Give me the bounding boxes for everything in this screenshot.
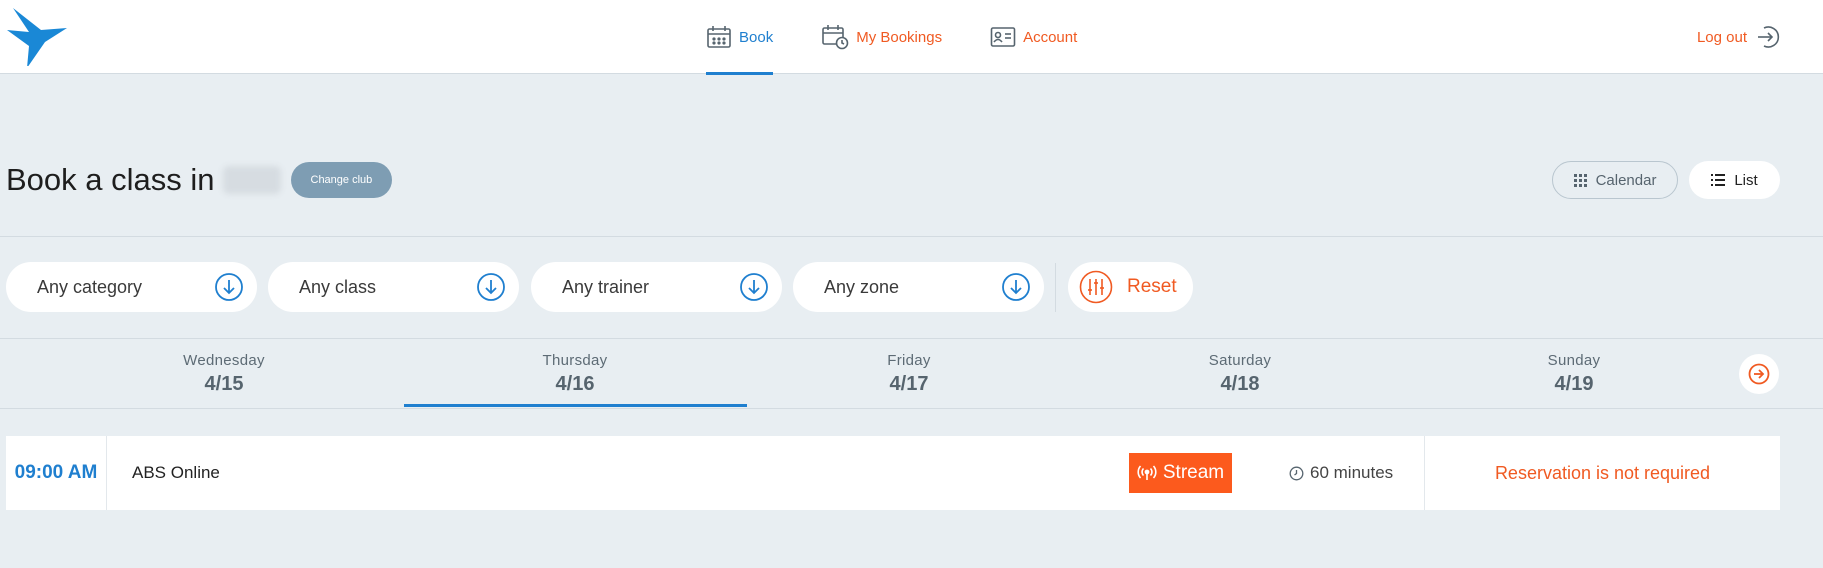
logout-button[interactable]: Log out — [1697, 0, 1781, 74]
top-header: Book My Bookings Account Log out — [0, 0, 1823, 75]
calendar-view-button[interactable]: Calendar — [1552, 161, 1678, 199]
id-card-icon — [990, 27, 1016, 47]
class-row[interactable]: 09:00 AM ABS Online Stream 60 minutes Re… — [6, 436, 1780, 510]
reservation-status: Reservation is not required — [1494, 462, 1711, 483]
filter-separator — [1055, 263, 1056, 312]
logout-icon — [1758, 26, 1780, 48]
stream-label: Stream — [1162, 462, 1225, 483]
main-nav: Book My Bookings Account — [706, 0, 1125, 75]
broadcast-icon — [1137, 465, 1157, 480]
day-date: 4/15 — [204, 373, 244, 395]
filter-zone-label: Any zone — [824, 276, 900, 297]
day-name: Sunday — [1547, 352, 1601, 369]
day-name: Wednesday — [183, 352, 265, 369]
day-name: Thursday — [542, 352, 608, 369]
filter-category[interactable]: Any category — [6, 262, 257, 312]
filter-class-label: Any class — [299, 276, 377, 297]
day-tab-sunday[interactable]: Sunday 4/19 — [1454, 352, 1694, 396]
reset-label: Reset — [1127, 276, 1177, 297]
day-name: Saturday — [1208, 352, 1272, 369]
filter-zone[interactable]: Any zone — [793, 262, 1044, 312]
divider — [0, 236, 1823, 237]
day-tab-friday[interactable]: Friday 4/17 — [789, 352, 1029, 396]
day-date: 4/17 — [889, 373, 929, 395]
filter-trainer[interactable]: Any trainer — [531, 262, 782, 312]
title-row: Book a class in Change club — [6, 162, 393, 198]
nav-book[interactable]: Book — [706, 0, 774, 75]
brand-logo-icon[interactable] — [5, 6, 69, 68]
filter-category-label: Any category — [37, 276, 143, 297]
reset-filters-button[interactable]: Reset — [1068, 262, 1193, 312]
day-date: 4/19 — [1554, 373, 1594, 395]
filter-trainer-label: Any trainer — [562, 276, 650, 297]
arrow-down-circle-icon — [1002, 273, 1030, 301]
stream-badge[interactable]: Stream — [1129, 453, 1232, 493]
calendar-view-label: Calendar — [1595, 171, 1657, 189]
nav-book-label: Book — [739, 28, 774, 46]
nav-my-bookings[interactable]: My Bookings — [821, 0, 942, 74]
calendar-icon — [707, 26, 731, 48]
divider — [0, 408, 1823, 409]
arrow-right-circle-icon — [1748, 363, 1770, 385]
day-tab-thursday[interactable]: Thursday 4/16 — [455, 352, 695, 396]
calendar-clock-icon — [822, 25, 849, 50]
logout-label: Log out — [1696, 28, 1747, 46]
duration-label: 60 minutes — [1310, 463, 1394, 482]
nav-account-label: Account — [1023, 28, 1078, 46]
class-time: 09:00 AM — [6, 436, 107, 510]
nav-account[interactable]: Account — [990, 0, 1077, 74]
list-view-button[interactable]: List — [1689, 161, 1780, 199]
list-icon — [1711, 174, 1726, 186]
selected-day-indicator — [404, 404, 747, 407]
club-name-redacted — [222, 166, 281, 194]
next-week-button[interactable] — [1739, 354, 1779, 394]
class-duration: 60 minutes — [1289, 436, 1393, 510]
page-title: Book a class in — [6, 162, 215, 197]
nav-my-bookings-label: My Bookings — [856, 28, 943, 46]
clock-icon — [1289, 466, 1304, 480]
arrow-down-circle-icon — [215, 273, 243, 301]
sliders-icon — [1079, 270, 1113, 304]
list-view-label: List — [1734, 171, 1758, 189]
day-date: 4/18 — [1220, 373, 1260, 395]
grid-icon — [1573, 173, 1587, 187]
class-name: ABS Online — [132, 463, 220, 482]
day-tab-wednesday[interactable]: Wednesday 4/15 — [104, 352, 344, 396]
change-club-button[interactable]: Change club — [290, 162, 393, 198]
day-tab-saturday[interactable]: Saturday 4/18 — [1120, 352, 1360, 396]
filter-class[interactable]: Any class — [268, 262, 519, 312]
arrow-down-circle-icon — [477, 273, 505, 301]
arrow-down-circle-icon — [740, 273, 768, 301]
day-date: 4/16 — [555, 373, 595, 395]
divider — [0, 338, 1823, 339]
day-name: Friday — [887, 352, 931, 369]
